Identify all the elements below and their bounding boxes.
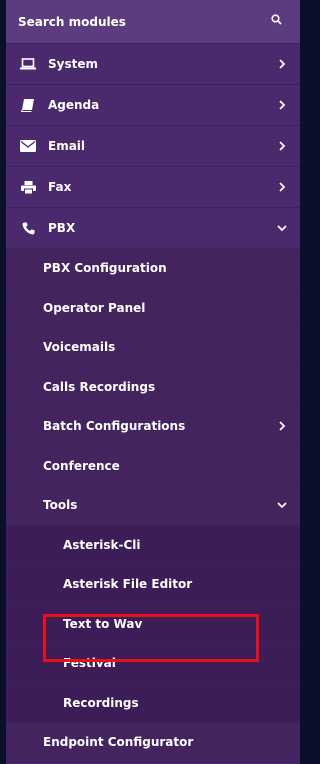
search-icon[interactable] xyxy=(271,14,282,28)
chevron-right-icon xyxy=(279,182,286,192)
printer-icon xyxy=(16,180,40,194)
sidebar-item-label: Email xyxy=(48,139,86,153)
sidebar-item-pbx[interactable]: PBX xyxy=(6,208,300,249)
search-modules-label: Search modules xyxy=(18,14,126,29)
sidebar-item-label: System xyxy=(48,57,98,71)
sidebar-item-label: Batch Configurations xyxy=(43,419,186,434)
sidebar-item-label: Fax xyxy=(48,180,72,194)
sidebar-item-agenda[interactable]: Agenda xyxy=(6,85,300,126)
sidebar-item-label: Operator Panel xyxy=(43,300,146,315)
sidebar-item-fax[interactable]: Fax xyxy=(6,167,300,208)
book-icon xyxy=(16,98,40,112)
sidebar-item-conference[interactable]: Conference xyxy=(6,446,300,486)
search-modules[interactable]: Search modules xyxy=(6,0,300,44)
chevron-right-icon xyxy=(279,59,286,69)
sidebar-item-email[interactable]: Email xyxy=(6,126,300,167)
chevron-right-icon xyxy=(279,421,286,431)
sidebar-item-label: Asterisk-Cli xyxy=(63,537,141,552)
sidebar-item-label: Recordings xyxy=(63,695,139,710)
sidebar-item-tools[interactable]: Tools xyxy=(6,486,300,526)
sidebar-item-label: Calls Recordings xyxy=(43,379,156,394)
sidebar-item-system[interactable]: System xyxy=(6,44,300,85)
sidebar-item-endpoint-configurator[interactable]: Endpoint Configurator xyxy=(6,723,300,763)
sidebar-item-operator-panel[interactable]: Operator Panel xyxy=(6,288,300,328)
sidebar-item-pbx-configuration[interactable]: PBX Configuration xyxy=(6,249,300,289)
laptop-icon xyxy=(16,58,40,70)
chevron-right-icon xyxy=(279,100,286,110)
sidebar-item-recordings[interactable]: Recordings xyxy=(6,683,300,723)
sidebar-item-label: Endpoint Configurator xyxy=(43,735,194,750)
sidebar-item-asterisk-cli[interactable]: Asterisk-Cli xyxy=(6,525,300,565)
sidebar-item-batch-configurations[interactable]: Batch Configurations xyxy=(6,407,300,447)
envelope-icon xyxy=(16,140,40,152)
sidebar-item-label: Tools xyxy=(43,498,78,513)
phone-icon xyxy=(16,222,40,235)
chevron-down-icon xyxy=(277,225,287,232)
sidebar-item-voicemails[interactable]: Voicemails xyxy=(6,328,300,368)
sidebar-item-asterisk-file-editor[interactable]: Asterisk File Editor xyxy=(6,565,300,605)
sidebar-item-label: PBX Configuration xyxy=(43,261,167,276)
sidebar-item-text-to-wav[interactable]: Text to Wav xyxy=(6,604,300,644)
sidebar-menu: Search modules System Agenda Email Fax P… xyxy=(6,0,300,764)
sidebar-item-label: Festival xyxy=(63,656,116,671)
sidebar-item-label: Asterisk File Editor xyxy=(63,577,193,592)
sidebar-item-label: Conference xyxy=(43,458,120,473)
sidebar-item-festival[interactable]: Festival xyxy=(6,644,300,684)
sidebar-item-label: PBX xyxy=(48,221,76,235)
chevron-down-icon xyxy=(277,502,287,509)
sidebar-item-label: Text to Wav xyxy=(63,616,143,631)
sidebar-item-label: Agenda xyxy=(48,98,100,112)
chevron-right-icon xyxy=(279,141,286,151)
sidebar-item-calls-recordings[interactable]: Calls Recordings xyxy=(6,367,300,407)
sidebar-item-label: Voicemails xyxy=(43,340,116,355)
